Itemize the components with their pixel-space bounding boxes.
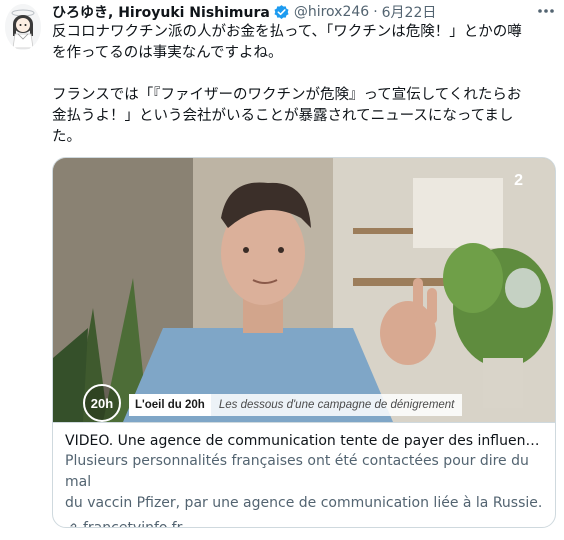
show-badge: 20h: [83, 384, 121, 422]
channel-logo: 2: [514, 172, 523, 189]
author-handle[interactable]: @hirox246: [294, 4, 369, 20]
tweet-text-line: た。: [52, 129, 81, 145]
video-thumbnail[interactable]: 20h L'oeil du 20h Les dessous d'une camp…: [53, 158, 555, 422]
more-horizontal-icon: [538, 9, 554, 13]
tweet-text-line: 金払うよ！」という会社がいることが暴露されてニュースになってまし: [52, 108, 514, 124]
card-domain-text[interactable]: francetvinfo.fr: [83, 518, 182, 527]
meta-separator: ·: [373, 4, 378, 20]
lower-third-banner: L'oeil du 20h Les dessous d'une campagne…: [129, 394, 463, 416]
author-name[interactable]: ひろゆき, Hiroyuki Nishimura: [52, 2, 270, 22]
link-icon: [69, 523, 77, 527]
show-title: L'oeil du 20h: [129, 394, 211, 416]
card-title[interactable]: VIDEO. Une agence de communication tente…: [65, 431, 543, 451]
tweet[interactable]: ひろゆき, Hiroyuki Nishimura @hirox246 · 6月2…: [0, 0, 564, 540]
card-description-line: du vaccin Pfizer, par une agence de comm…: [65, 495, 543, 511]
tweet-header: ひろゆき, Hiroyuki Nishimura @hirox246 · 6月2…: [52, 2, 436, 22]
link-card[interactable]: 20h L'oeil du 20h Les dessous d'une camp…: [52, 157, 556, 528]
avatar-illustration: [5, 4, 41, 50]
more-options-button[interactable]: [536, 3, 556, 19]
card-info[interactable]: VIDEO. Une agence de communication tente…: [53, 422, 555, 527]
tweet-text: 反コロナワクチン派の人がお金を払って、「ワクチンは危険！」とかの噂 を作ってるの…: [52, 22, 552, 148]
video-frame: [53, 158, 555, 422]
tweet-text-line: 反コロナワクチン派の人がお金を払って、「ワクチンは危険！」とかの噂: [52, 24, 522, 40]
tweet-text-line: を作ってるのは事実なんですよね。: [52, 45, 283, 61]
tweet-date[interactable]: 6月22日: [382, 2, 437, 22]
segment-subtitle: Les dessous d'une campagne de dénigremen…: [210, 394, 463, 416]
tweet-text-line: フランスでは「『ファイザーのワクチンが危険』って宣伝してくれたらお: [52, 87, 522, 103]
card-description-line: Plusieurs personnalités françaises ont é…: [65, 453, 529, 490]
verified-badge-icon: [273, 4, 290, 21]
avatar[interactable]: [5, 4, 41, 50]
card-domain[interactable]: francetvinfo.fr: [65, 518, 543, 527]
